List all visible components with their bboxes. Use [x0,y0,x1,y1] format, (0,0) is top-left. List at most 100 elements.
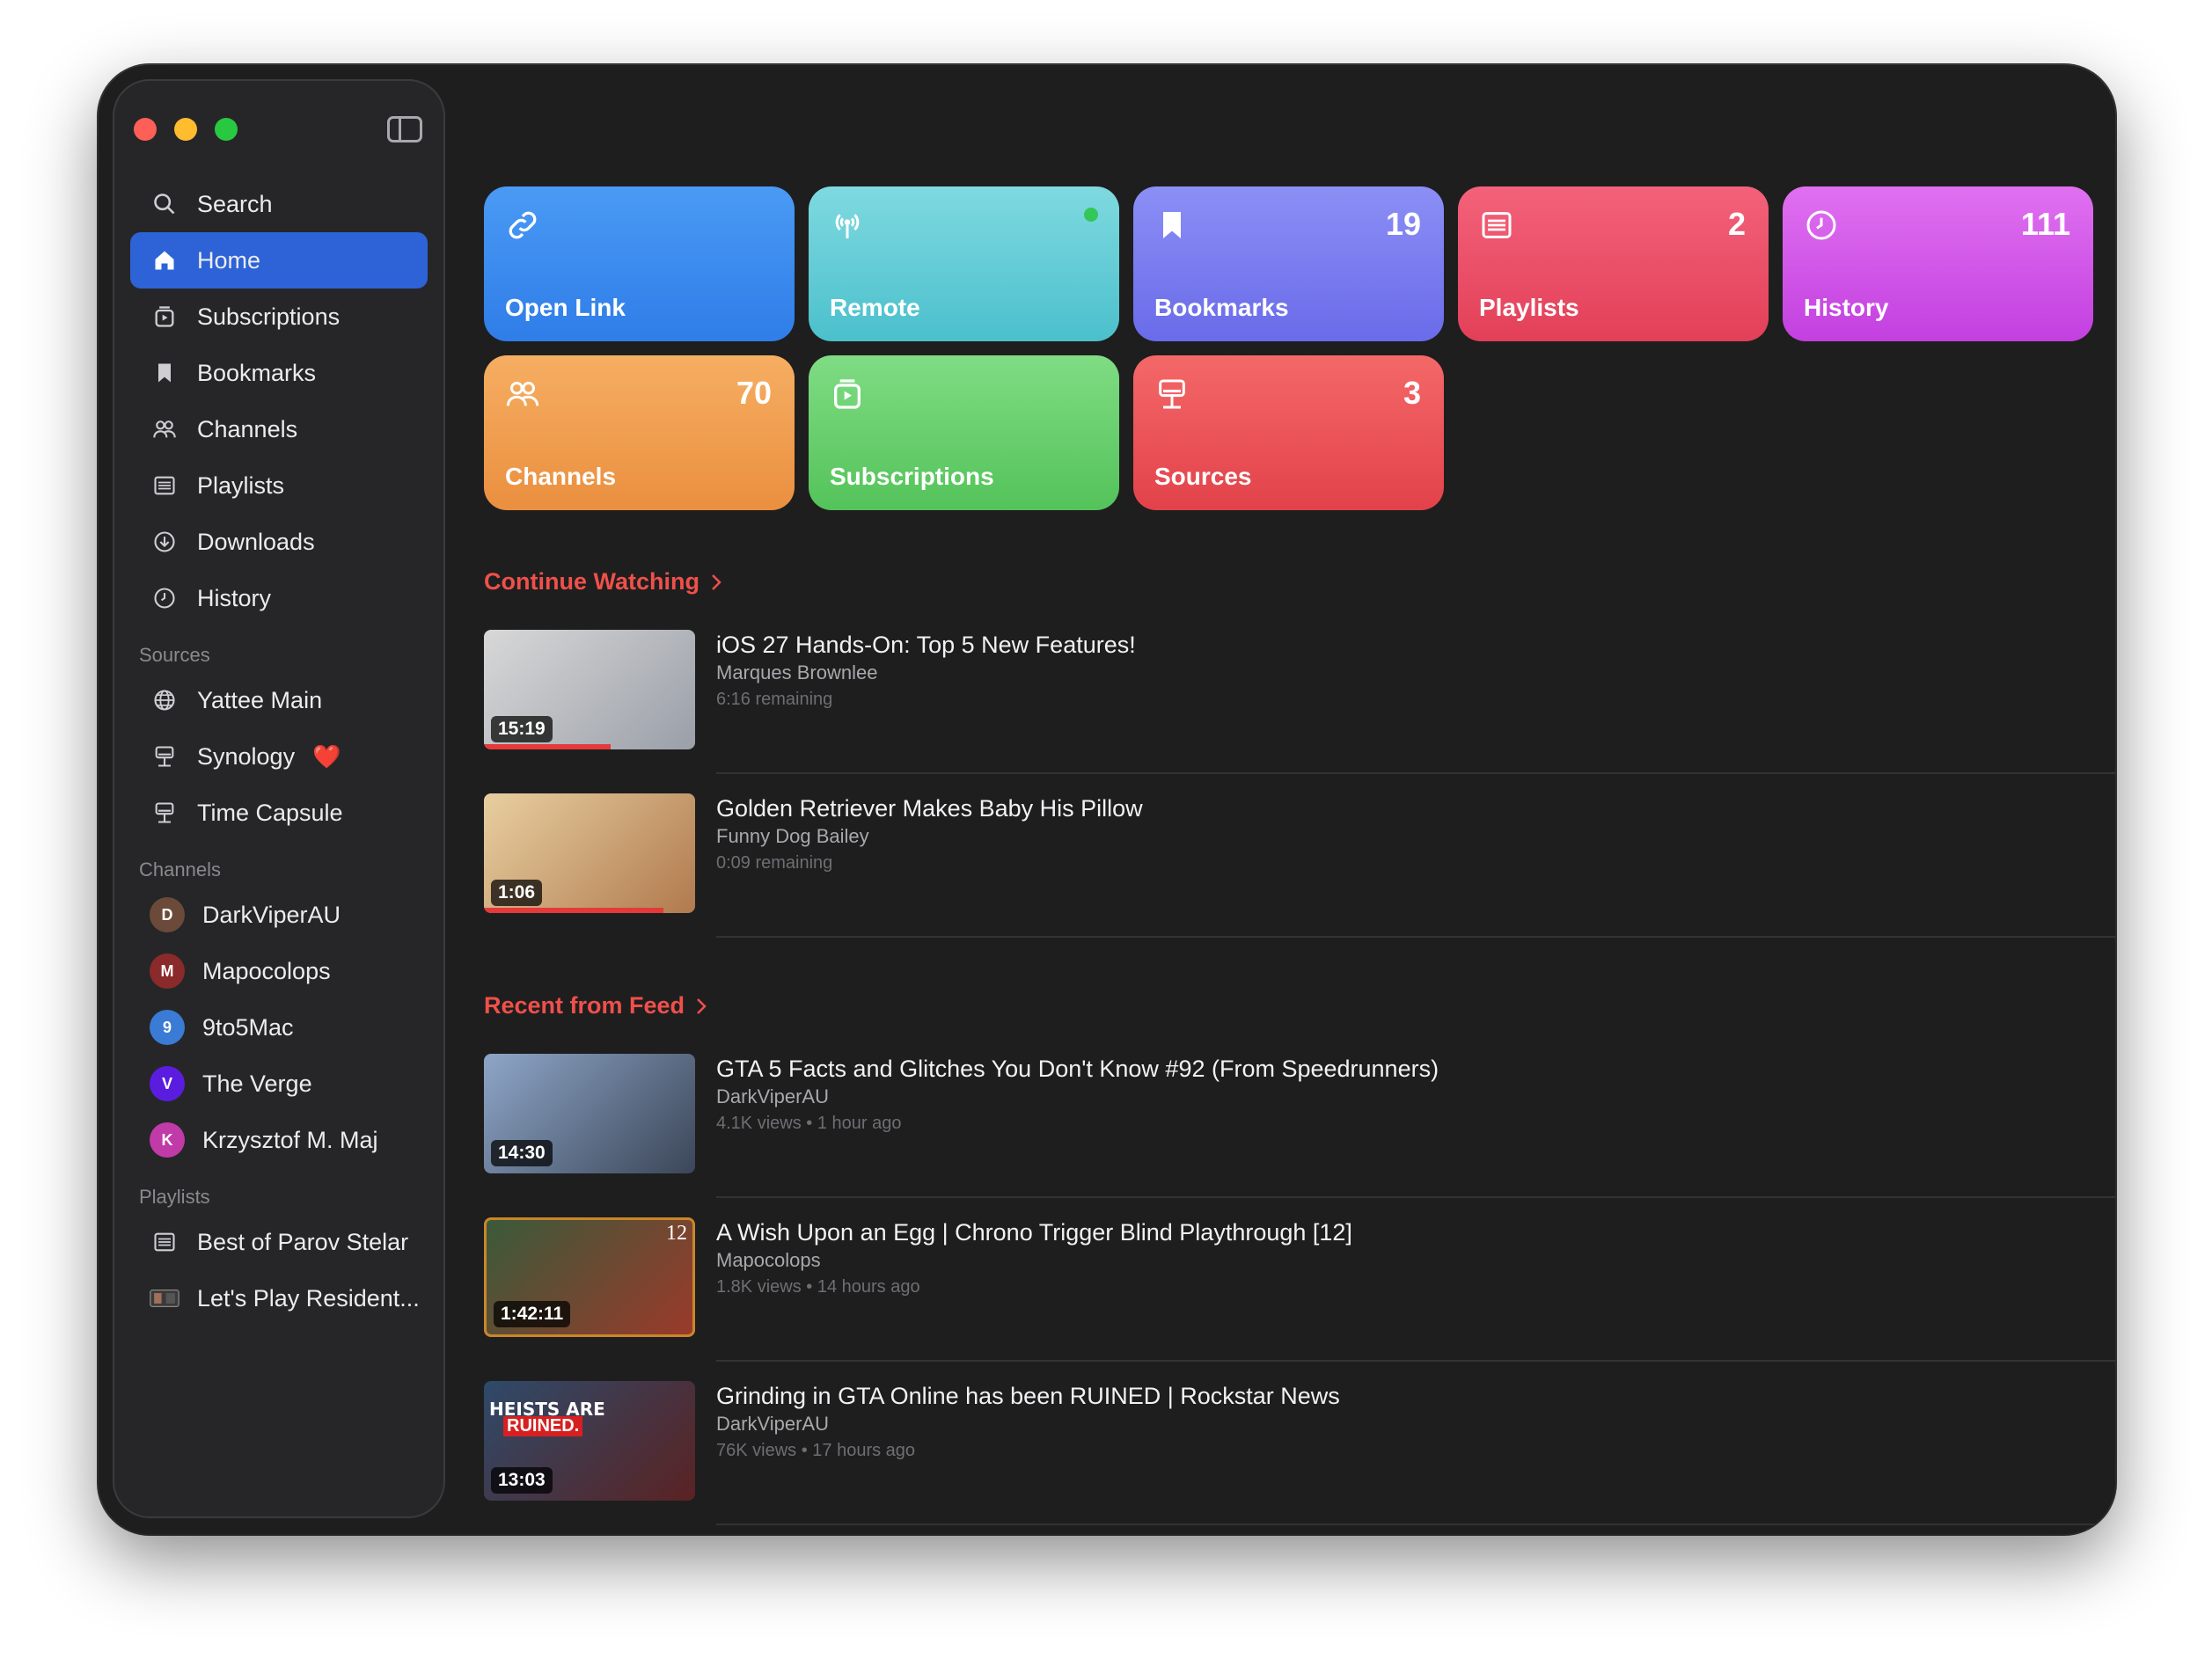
video-thumbnail[interactable]: 1:06 [484,793,695,913]
recent-feed-header[interactable]: Recent from Feed [484,992,707,1019]
minimize-button[interactable] [174,118,197,141]
recent-feed-title: Recent from Feed [484,992,685,1019]
tile-channels[interactable]: 70 Channels [484,355,795,510]
sidebar-item-bookmarks[interactable]: Bookmarks [130,345,428,401]
video-channel: Marques Brownlee [716,661,878,683]
list-icon [1479,208,1514,243]
sidebar-item-label: Krzysztof M. Maj [202,1126,378,1153]
sidebar: Search Home Subscriptions Bookmarks Channels… [113,79,445,1518]
tile-count: 19 [1385,206,1421,242]
avatar: K [150,1122,185,1158]
video-meta: 4.1K views • 1 hour ago [716,1114,902,1133]
sidebar-item-label: Bookmarks [197,359,317,386]
divider [716,772,2115,774]
tile-label: History [1804,294,1889,321]
sidebar-item-darkviperau[interactable]: D DarkViperAU [130,887,428,943]
sidebar-item-label: Mapocolops [202,957,331,984]
continue-watching-header[interactable]: Continue Watching [484,568,722,596]
sidebar-item-yattee-main[interactable]: Yattee Main [130,672,428,728]
divider [716,1524,2115,1525]
sidebar-item-label: Home [197,246,261,274]
window-controls [134,118,238,141]
video-row[interactable]: 12 1:42:11 A Wish Upon an Egg | Chrono Tri… [484,1217,2115,1381]
sidebar-item-krzysztof-m-maj[interactable]: K Krzysztof M. Maj [130,1112,428,1168]
chevron-right-icon [697,997,707,1014]
zoom-button[interactable] [215,118,238,141]
video-channel: DarkViperAU [716,1085,829,1107]
bookmark-icon [150,358,179,388]
people-icon [150,414,179,444]
sidebar-item-label: Subscriptions [197,303,341,330]
sidebar-item-label: Channels [197,415,298,442]
sidebar-item-subscriptions[interactable]: Subscriptions [130,289,428,345]
heart-icon: ❤️ [312,742,341,770]
tile-bookmarks[interactable]: 19 Bookmarks [1133,186,1444,341]
video-thumbnail[interactable]: 14:30 [484,1054,695,1173]
tile-open-link[interactable]: Open Link [484,186,795,341]
playlist-thumb-icon [150,1283,179,1313]
link-icon [505,208,540,243]
sidebar-item-time-capsule[interactable]: Time Capsule [130,785,428,841]
tile-playlists[interactable]: 2 Playlists [1458,186,1769,341]
video-row[interactable]: 1:06 Golden Retriever Makes Baby His Pill… [484,793,2115,957]
clock-icon [1804,208,1839,243]
download-icon [150,527,179,557]
sidebar-nav: Search Home Subscriptions Bookmarks Channels… [130,176,428,1326]
status-dot-icon [1084,208,1098,222]
divider [716,1196,2115,1198]
sidebar-item-label: Playlists [197,471,285,499]
thumbnail-text: RUINED. [503,1416,583,1436]
sidebar-item-best-of-parov-stelar[interactable]: Best of Parov Stelar [130,1214,428,1270]
tile-subscriptions[interactable]: Subscriptions [809,355,1119,510]
sidebar-toggle-icon[interactable] [387,116,422,142]
sidebar-item-label: Search [197,190,273,217]
tile-sources[interactable]: 3 Sources [1133,355,1444,510]
video-thumbnail[interactable]: 12 1:42:11 [484,1217,695,1337]
sidebar-item-9to5mac[interactable]: 9 9to5Mac [130,999,428,1056]
sidebar-item-let-s-play-resident-[interactable]: Let's Play Resident... [130,1270,428,1326]
duration-badge: 14:30 [491,1140,553,1166]
duration-badge: 1:06 [491,880,543,906]
globe-icon [150,685,179,715]
home-icon [150,245,179,275]
video-channel: Funny Dog Bailey [716,825,869,847]
sidebar-item-history[interactable]: History [130,570,428,626]
sidebar-item-home[interactable]: Home [130,232,428,289]
tile-label: Remote [830,294,920,321]
video-row[interactable]: 15:19 iOS 27 Hands-On: Top 5 New Features… [484,630,2115,793]
sidebar-item-playlists[interactable]: Playlists [130,457,428,514]
divider [716,1360,2115,1362]
avatar: V [150,1066,185,1101]
divider [716,936,2115,938]
video-title: A Wish Upon an Egg | Chrono Trigger Blin… [716,1219,1352,1246]
close-button[interactable] [134,118,157,141]
sidebar-item-synology[interactable]: Synology ❤️ [130,728,428,785]
tile-remote[interactable]: Remote [809,186,1119,341]
sidebar-section-title: Sources [139,644,210,666]
tile-count: 111 [2020,206,2070,242]
video-thumbnail[interactable]: HEISTS ARE RUINED. 13:03 [484,1381,695,1501]
list-icon [150,1227,179,1257]
bookmark-icon [1154,208,1190,243]
tile-history[interactable]: 111 History [1783,186,2093,341]
tile-count: 3 [1403,375,1421,411]
sidebar-item-channels[interactable]: Channels [130,401,428,457]
video-row[interactable]: HEISTS ARE RUINED. 13:03 Grinding in GTA On… [484,1381,2115,1534]
app-window: Search Home Subscriptions Bookmarks Channels… [99,65,2115,1534]
video-row[interactable]: 14:30 GTA 5 Facts and Glitches You Don't … [484,1054,2115,1217]
people-icon [505,376,540,412]
tile-label: Sources [1154,463,1252,490]
sidebar-item-label: Time Capsule [197,799,343,826]
sidebar-item-mapocolops[interactable]: M Mapocolops [130,943,428,999]
sidebar-item-label: 9to5Mac [202,1013,294,1041]
sidebar-item-label: The Verge [202,1070,312,1097]
server-icon [150,798,179,828]
sidebar-item-the-verge[interactable]: V The Verge [130,1056,428,1112]
video-thumbnail[interactable]: 15:19 [484,630,695,749]
server-icon [150,742,179,771]
sidebar-item-downloads[interactable]: Downloads [130,514,428,570]
sidebar-item-search[interactable]: Search [130,176,428,232]
tile-count: 70 [736,375,772,411]
watch-progress-bar [484,744,611,749]
tile-label: Playlists [1479,294,1579,321]
